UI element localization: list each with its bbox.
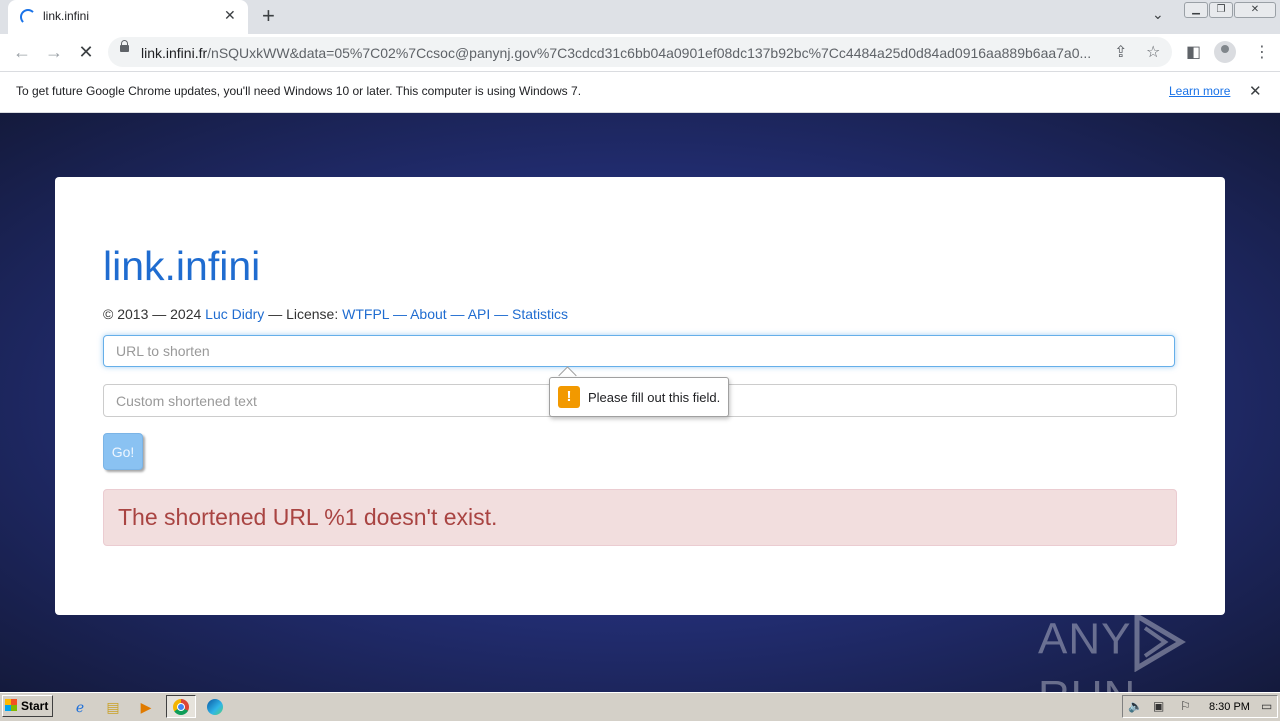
about-link[interactable]: About	[410, 306, 447, 322]
windows-flag-icon	[5, 699, 17, 711]
share-icon[interactable]: ⇪	[1114, 42, 1127, 62]
credits-line: © 2013 — 2024 Luc Didry — License: WTFPL…	[103, 306, 568, 322]
show-desktop-icon[interactable]: ▭	[1261, 699, 1272, 713]
volume-icon[interactable]: 🔈	[1128, 699, 1143, 713]
stop-loading-icon[interactable]: ✕	[74, 40, 98, 64]
lock-icon[interactable]	[120, 40, 129, 52]
taskbar-clock[interactable]: 8:30 PM	[1209, 701, 1250, 713]
action-center-flag-icon[interactable]: ⚐	[1180, 699, 1191, 713]
forward-arrow-icon[interactable]: →	[42, 40, 66, 64]
tab-title: link.infini	[43, 9, 90, 23]
new-tab-icon[interactable]: +	[262, 4, 275, 28]
separator: —	[446, 306, 468, 322]
close-window-icon[interactable]: ✕	[1234, 2, 1276, 18]
edge-icon[interactable]	[207, 699, 223, 715]
address-url[interactable]: link.infini.fr/nSQUxkWW&data=05%7C02%7Cc…	[141, 45, 1106, 61]
url-to-shorten-input[interactable]	[103, 335, 1175, 367]
site-title: link.infini	[103, 243, 261, 289]
infobar-message: To get future Google Chrome updates, you…	[16, 84, 582, 98]
validation-message: Please fill out this field.	[588, 390, 721, 405]
kebab-menu-icon[interactable]: ⋮	[1254, 42, 1270, 62]
system-tray	[1122, 695, 1278, 718]
media-player-icon[interactable]: ▶	[133, 696, 159, 718]
warning-icon: !	[558, 386, 580, 408]
file-explorer-icon[interactable]: ▤	[100, 696, 126, 718]
url-path: /nSQUxkWW&data=05%7C02%7Ccsoc@panynj.gov…	[207, 45, 1092, 61]
internet-explorer-icon[interactable]: ℯ	[67, 696, 93, 718]
url-host: link.infini.fr	[141, 45, 208, 61]
copyright-text: © 2013 — 2024	[103, 306, 206, 322]
network-icon[interactable]: ▣	[1153, 699, 1164, 713]
side-panel-icon[interactable]: ◧	[1186, 42, 1201, 62]
bookmark-star-icon[interactable]: ☆	[1146, 42, 1160, 62]
tab-close-icon[interactable]: ✕	[224, 7, 236, 24]
statistics-link[interactable]: Statistics	[512, 306, 568, 322]
chrome-icon	[173, 699, 189, 715]
infobar-close-icon[interactable]: ✕	[1249, 82, 1262, 100]
license-prefix: — License:	[264, 306, 343, 322]
author-link[interactable]: Luc Didry	[205, 306, 264, 322]
profile-avatar-icon[interactable]	[1214, 41, 1236, 63]
back-arrow-icon[interactable]: ←	[10, 40, 34, 64]
error-alert-text: The shortened URL %1 doesn't exist.	[118, 504, 498, 530]
watermark-left: ANY	[1038, 614, 1132, 664]
separator: —	[490, 306, 513, 322]
minimize-window-icon[interactable]: ▁	[1184, 2, 1208, 18]
go-button[interactable]: Go!	[103, 433, 143, 470]
restore-window-icon[interactable]: ❐	[1209, 2, 1233, 18]
loading-spinner-icon	[20, 9, 36, 25]
tab-search-chevron-icon[interactable]: ⌄	[1152, 6, 1164, 23]
api-link[interactable]: API	[468, 306, 491, 322]
separator: —	[389, 306, 411, 322]
license-link[interactable]: WTFPL	[342, 306, 389, 322]
play-triangle-icon	[1134, 611, 1187, 673]
learn-more-link[interactable]: Learn more	[1169, 84, 1230, 98]
